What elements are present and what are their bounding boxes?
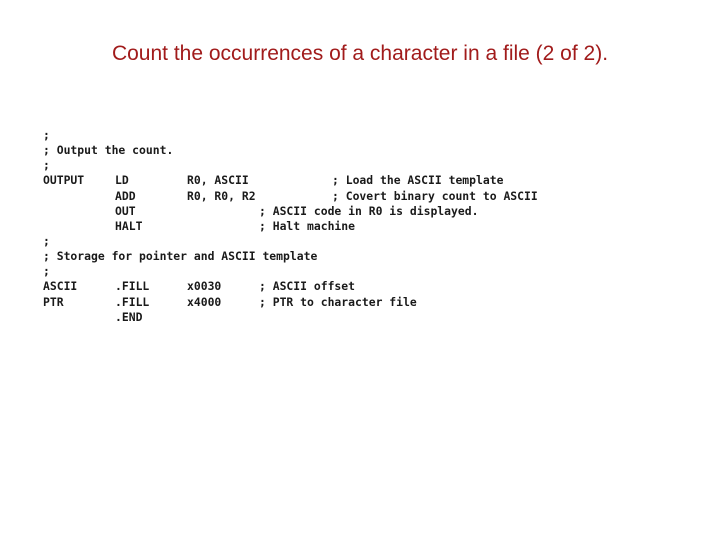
code-label: ; [43, 233, 50, 248]
code-opcode: OUT [115, 203, 136, 218]
code-comment: ; Covert binary count to ASCII [332, 188, 538, 203]
code-line: OUT ; ASCII code in R0 is displayed. [43, 204, 478, 219]
code-line: ; Storage for pointer and ASCII template [43, 249, 317, 264]
code-opcode: .END [115, 309, 143, 324]
code-operands: R0, ASCII [187, 173, 249, 188]
code-line: ASCII .FILL x0030 ; ASCII offset [43, 279, 355, 294]
code-line: PTR .FILL x4000 ; PTR to character file [43, 294, 417, 310]
code-line: ADD R0, R0, R2 ; Covert binary count to … [43, 189, 538, 204]
code-label: ; [43, 128, 50, 142]
code-opcode: .FILL [115, 294, 150, 309]
code-opcode: .FILL [115, 279, 150, 294]
code-line: OUTPUT LD R0, ASCII ; Load the ASCII tem… [43, 173, 503, 188]
code-opcode: ADD [115, 188, 136, 203]
code-line: HALT ; Halt machine [43, 219, 355, 234]
code-label: OUTPUT [43, 173, 85, 188]
code-line: ; [43, 264, 70, 279]
code-label: ASCII [43, 279, 78, 294]
code-comment: ; Halt machine [259, 218, 356, 233]
code-comment: ; Storage for pointer and ASCII template [43, 249, 318, 264]
code-opcode: LD [115, 173, 129, 188]
code-opcode: HALT [115, 218, 143, 233]
code-line: ; [43, 234, 70, 249]
code-comment: ; ASCII offset [259, 279, 356, 294]
code-operands: x4000 [187, 294, 222, 309]
code-comment: ; Load the ASCII template [332, 173, 504, 188]
code-operands: x0030 [187, 279, 222, 294]
code-listing: ; ; Output the count. ; OUTPUT LD R0, AS… [43, 128, 538, 325]
code-line: .END [43, 310, 142, 325]
code-label: PTR [43, 294, 64, 309]
code-comment: ; ASCII code in R0 is displayed. [259, 203, 479, 218]
code-comment: ; Output the count. [43, 143, 174, 158]
code-comment: ; PTR to character file [259, 294, 417, 309]
slide-title: Count the occurrences of a character in … [111, 42, 609, 65]
code-operands: R0, R0, R2 [187, 188, 256, 203]
code-line: ; [43, 158, 70, 173]
code-label: ; [43, 158, 50, 173]
code-line: ; [43, 128, 70, 143]
code-label: ; [43, 264, 50, 279]
code-line: ; Output the count. [43, 143, 173, 158]
